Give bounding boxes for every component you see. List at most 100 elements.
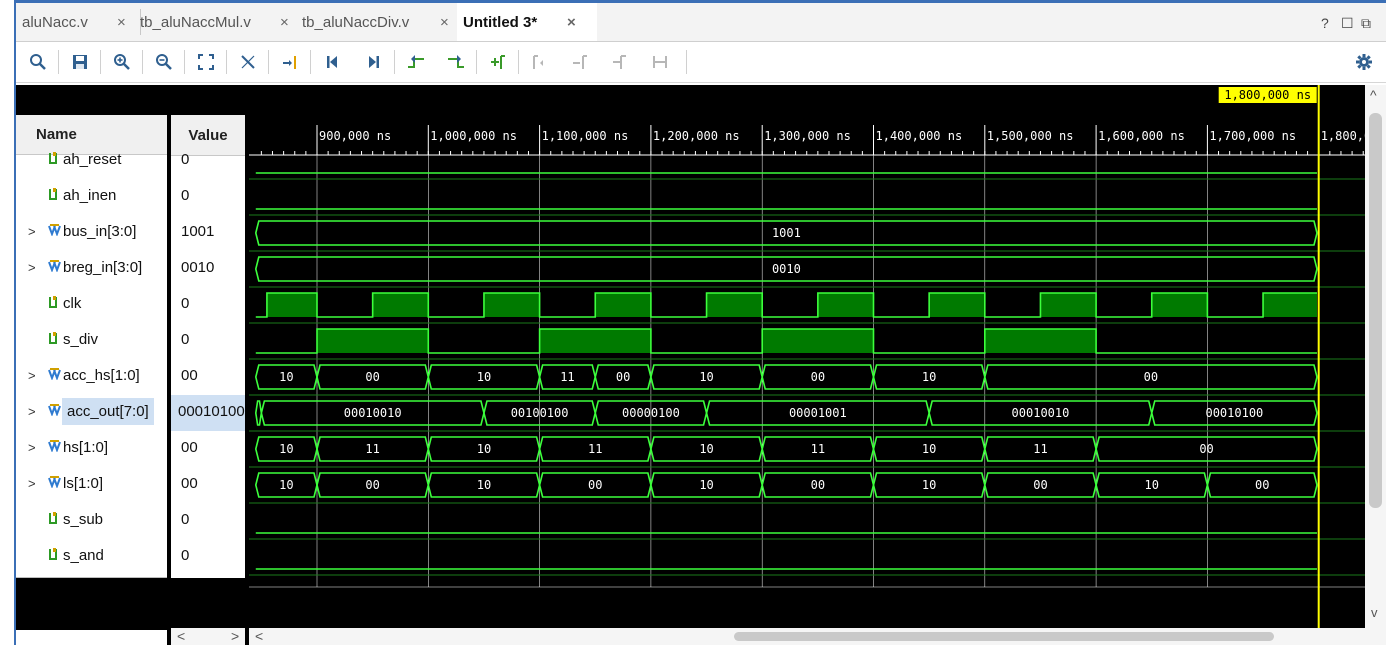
signal-row[interactable]: s_sub — [16, 503, 167, 539]
waveform-horizontal-scrollbar[interactable]: < — [249, 628, 1386, 645]
bus-signal-icon — [48, 224, 61, 239]
toolbar-divider — [268, 50, 269, 74]
bus-value-label: 00001001 — [789, 406, 847, 420]
value-pane-scrollbar[interactable]: < > — [171, 628, 245, 645]
signal-row[interactable]: > acc_out[7:0] — [16, 395, 167, 431]
signal-row[interactable]: > bus_in[3:0] — [16, 215, 167, 251]
go-to-end-icon[interactable] — [362, 50, 386, 74]
expand-chevron-icon[interactable]: > — [28, 404, 36, 419]
scroll-down-arrow-icon[interactable]: v — [1371, 605, 1378, 620]
fix-cursor-icon[interactable] — [648, 50, 672, 74]
signal-row[interactable]: > acc_hs[1:0] — [16, 359, 167, 395]
bus-signal-icon — [48, 368, 61, 383]
bus-value-label: 10 — [922, 370, 936, 384]
next-marker-icon[interactable] — [568, 50, 592, 74]
expand-chevron-icon[interactable]: > — [28, 440, 36, 455]
signal-value-cell[interactable]: 0 — [171, 287, 245, 323]
ruler-tick-label: 1,500,000 ns — [987, 129, 1074, 143]
gear-icon[interactable] — [1352, 50, 1376, 74]
previous-marker-icon[interactable] — [528, 50, 552, 74]
save-icon[interactable] — [68, 50, 92, 74]
signal-row[interactable]: ah_reset — [16, 143, 167, 179]
expand-chevron-icon[interactable]: > — [28, 368, 36, 383]
signal-value-cell[interactable]: 00 — [171, 431, 245, 467]
signal-value-pane: Value 0 0 1001 0010 0 0 00 00010100 00 00 0 0 — [171, 85, 245, 630]
bit-signal-icon — [48, 512, 58, 528]
toolbar-divider — [142, 50, 143, 74]
signal-name: breg_in[3:0] — [63, 259, 143, 276]
expand-chevron-icon[interactable]: > — [28, 476, 36, 491]
toolbar-divider — [518, 50, 519, 74]
signal-name-pane: Name ah_reset ah_inen > bus_in[3:0] > breg_in… — [16, 85, 167, 630]
expand-chevron-icon[interactable]: > — [28, 260, 36, 275]
help-icon[interactable]: ? — [1321, 15, 1329, 31]
scroll-left-arrow-icon[interactable]: < — [177, 628, 185, 644]
bus-value-label: 11 — [560, 370, 574, 384]
zoom-in-icon[interactable] — [110, 50, 134, 74]
bus-value-label: 00 — [811, 478, 825, 492]
vertical-scroll-thumb[interactable] — [1369, 113, 1382, 508]
signal-value-cell[interactable]: 00 — [171, 467, 245, 503]
toolbar-divider — [310, 50, 311, 74]
signal-value-cell[interactable]: 0 — [171, 143, 245, 179]
signal-row[interactable]: s_and — [16, 539, 167, 575]
expand-chevron-icon[interactable]: > — [28, 224, 36, 239]
scroll-left-arrow-icon[interactable]: < — [255, 628, 263, 644]
scroll-up-arrow-icon[interactable]: ^ — [1370, 87, 1377, 103]
high-level-fill — [266, 293, 317, 317]
high-level-fill — [1040, 293, 1097, 317]
tab-tb-alunaccmul[interactable]: tb_aluNaccMul.v × — [134, 3, 300, 41]
bus-value-label: 10 — [279, 370, 293, 384]
swap-cursors-icon[interactable] — [608, 50, 632, 74]
signal-row[interactable]: > breg_in[3:0] — [16, 251, 167, 287]
signal-value-cell[interactable]: 1001 — [171, 215, 245, 251]
signal-value-cell[interactable]: 00 — [171, 359, 245, 395]
signal-row[interactable]: > hs[1:0] — [16, 431, 167, 467]
go-to-start-icon[interactable] — [320, 50, 344, 74]
bus-value-label: 00010010 — [1012, 406, 1070, 420]
close-icon[interactable]: × — [567, 14, 576, 31]
bus-value-label: 10 — [699, 370, 713, 384]
bus-value-label: 00 — [365, 478, 379, 492]
signal-name: ah_inen — [63, 187, 117, 204]
zoom-fit-icon[interactable] — [194, 50, 218, 74]
close-icon[interactable]: × — [280, 14, 289, 31]
bus-value-label: 10 — [699, 442, 713, 456]
toolbar-divider — [394, 50, 395, 74]
bus-value-label: 00 — [365, 370, 379, 384]
zoom-search-icon[interactable] — [26, 50, 50, 74]
restore-icon[interactable]: ☐ — [1341, 15, 1354, 32]
signal-value-cell[interactable]: 0 — [171, 323, 245, 359]
high-level-fill — [706, 293, 763, 317]
signal-value-cell[interactable]: 0 — [171, 503, 245, 539]
tab-untitled-3[interactable]: Untitled 3* × — [457, 3, 597, 41]
tab-alunacc[interactable]: aluNacc.v × — [16, 3, 140, 41]
bus-value-label: 00 — [588, 478, 602, 492]
go-to-zero-icon[interactable] — [278, 50, 302, 74]
waveform-vertical-scrollbar[interactable]: ^ v — [1365, 85, 1386, 628]
previous-transition-icon[interactable] — [404, 50, 428, 74]
tab-tb-alunaccdiv[interactable]: tb_aluNaccDiv.v × — [296, 3, 458, 41]
horizontal-scroll-thumb[interactable] — [734, 632, 1274, 641]
cursor-icon[interactable] — [236, 50, 260, 74]
scroll-right-arrow-icon[interactable]: > — [231, 628, 239, 644]
signal-row[interactable]: ah_inen — [16, 179, 167, 215]
close-icon[interactable]: × — [117, 14, 126, 31]
close-icon[interactable]: × — [440, 14, 449, 31]
signal-row[interactable]: s_div — [16, 323, 167, 359]
signal-value-cell[interactable]: 00010100 — [171, 395, 245, 431]
signal-value-cell[interactable]: 0 — [171, 539, 245, 575]
waveform-canvas[interactable]: 900,000 ns 1,000,000 ns 1,100,000 ns 1,200,… — [249, 85, 1371, 628]
signal-row[interactable]: > ls[1:0] — [16, 467, 167, 503]
signal-value-cell[interactable]: 0010 — [171, 251, 245, 287]
next-transition-icon[interactable] — [444, 50, 468, 74]
signal-value-cell[interactable]: 0 — [171, 179, 245, 215]
float-icon[interactable]: ⧉ — [1361, 15, 1371, 32]
bus-signal-icon — [48, 440, 61, 455]
ruler-tick-label: 1,100,000 ns — [542, 129, 629, 143]
add-marker-icon[interactable] — [486, 50, 510, 74]
zoom-out-icon[interactable] — [152, 50, 176, 74]
high-level-fill — [372, 293, 429, 317]
signal-row[interactable]: clk — [16, 287, 167, 323]
signal-name: ah_reset — [63, 151, 122, 168]
